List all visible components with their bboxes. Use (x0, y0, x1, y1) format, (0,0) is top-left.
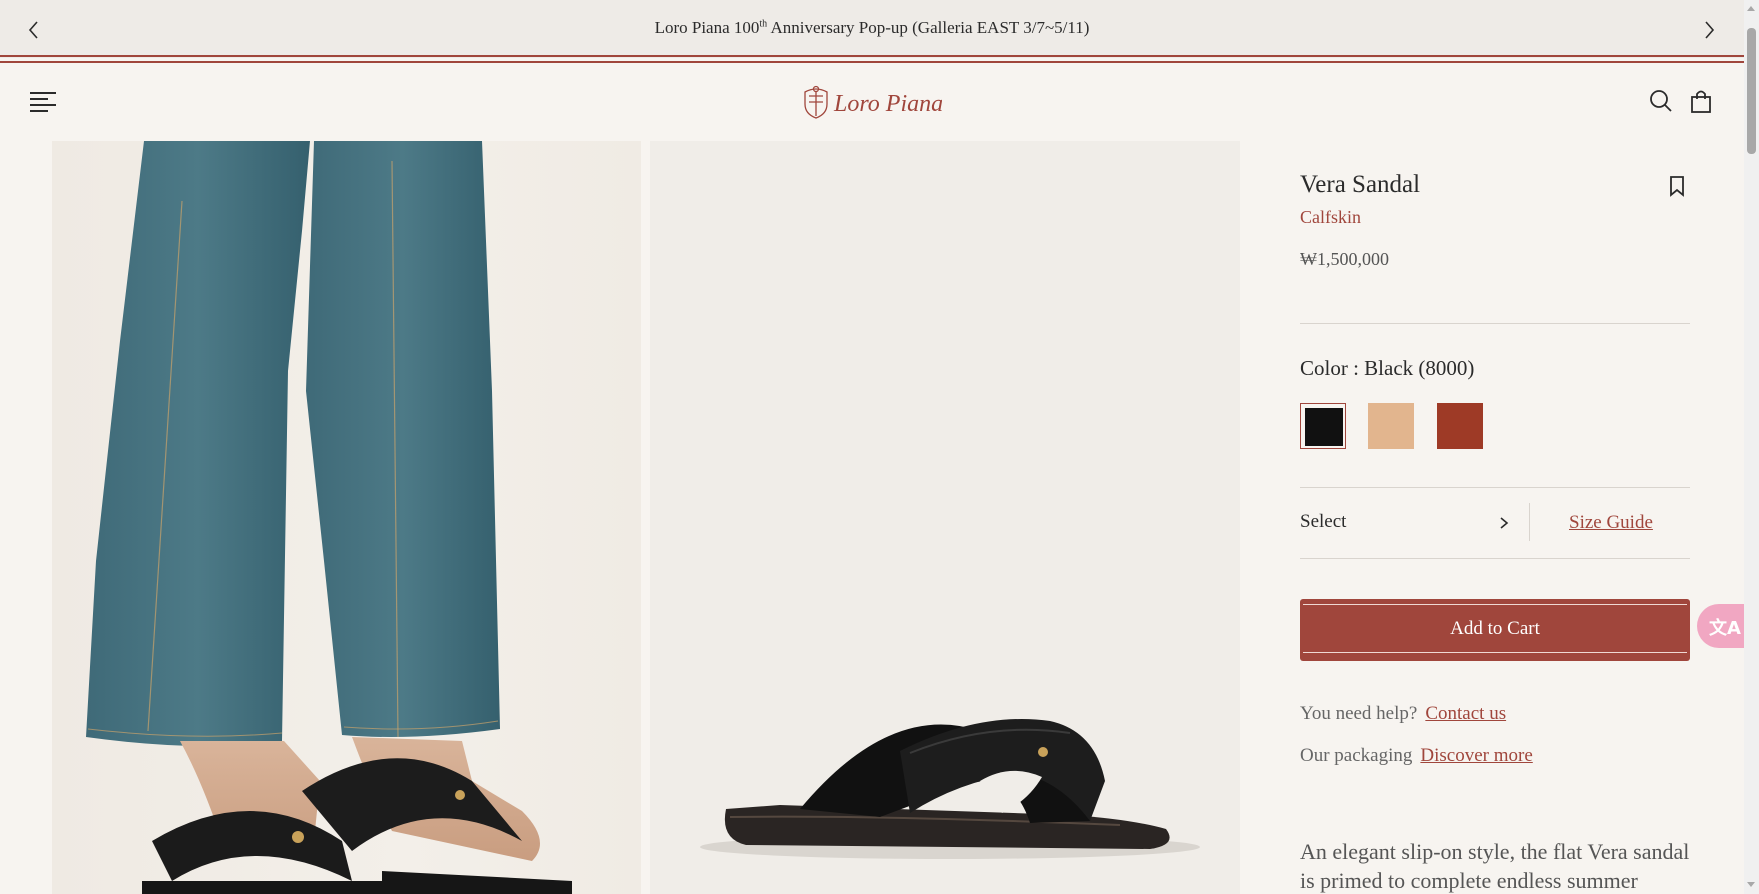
scrollbar-thumb[interactable] (1747, 28, 1756, 154)
divider (1529, 503, 1530, 541)
shopping-bag-button[interactable] (1688, 88, 1714, 114)
add-to-cart-button[interactable]: Add to Cart (1300, 599, 1690, 661)
brand-logo[interactable]: Loro Piana (800, 84, 943, 120)
chevron-right-icon (1705, 21, 1715, 39)
translate-button[interactable]: 文A (1697, 604, 1747, 648)
sandal-photo (700, 719, 1200, 859)
search-button[interactable] (1648, 88, 1674, 114)
announcement-bar: Loro Piana 100th Anniversary Pop-up (Gal… (0, 0, 1744, 63)
bookmark-icon (1670, 176, 1684, 197)
color-label: Color : Black (8000) (1300, 356, 1475, 380)
packaging-text: Our packaging (1300, 745, 1413, 766)
size-select[interactable]: Select (1300, 511, 1346, 533)
product-material: Calfskin (1300, 207, 1361, 227)
shopping-bag-icon (1691, 90, 1711, 113)
contact-us-link[interactable]: Contact us (1425, 703, 1506, 724)
product-price: ₩1,500,000 (1300, 249, 1389, 269)
search-icon (1650, 90, 1672, 112)
scroll-down-arrow-icon[interactable] (1747, 882, 1755, 887)
divider (0, 55, 1744, 57)
announcement-text[interactable]: Loro Piana 100th Anniversary Pop-up (Gal… (0, 18, 1744, 38)
size-guide-link[interactable]: Size Guide (1569, 512, 1653, 534)
divider (1300, 487, 1690, 488)
discover-more-link[interactable]: Discover more (1420, 745, 1532, 766)
help-text: You need help? (1300, 703, 1418, 724)
product-details-panel: Vera Sandal Calfskin ₩1,500,000 Color : … (1300, 141, 1690, 894)
divider (1300, 323, 1690, 324)
crest-logo-icon: Loro Piana (804, 85, 943, 119)
chevron-right-icon (1500, 517, 1509, 529)
divider (1300, 558, 1690, 559)
product-photo-sandal[interactable] (650, 141, 1240, 894)
product-photo-on-model[interactable] (52, 141, 641, 894)
page-scrollbar[interactable] (1744, 0, 1759, 894)
color-swatch-brown[interactable] (1437, 403, 1483, 449)
svg-text:Loro Piana: Loro Piana (833, 91, 942, 117)
help-row: You need help? Contact us (1300, 703, 1506, 725)
wishlist-button[interactable] (1668, 175, 1686, 197)
site-header: Loro Piana (0, 64, 1744, 140)
packaging-row: Our packaging Discover more (1300, 745, 1533, 767)
product-description: An elegant slip-on style, the flat Vera … (1300, 839, 1690, 893)
size-select-chevron[interactable] (1496, 513, 1512, 533)
scroll-up-arrow-icon[interactable] (1747, 6, 1755, 11)
translate-icon: 文A (1709, 618, 1741, 639)
color-swatch-beige[interactable] (1368, 403, 1414, 449)
next-announcement-button[interactable] (1697, 18, 1721, 42)
menu-button[interactable] (30, 90, 56, 114)
divider (0, 61, 1744, 63)
color-swatch-black[interactable] (1300, 403, 1346, 449)
product-title: Vera Sandal (1300, 171, 1421, 198)
model-photo (86, 141, 572, 894)
